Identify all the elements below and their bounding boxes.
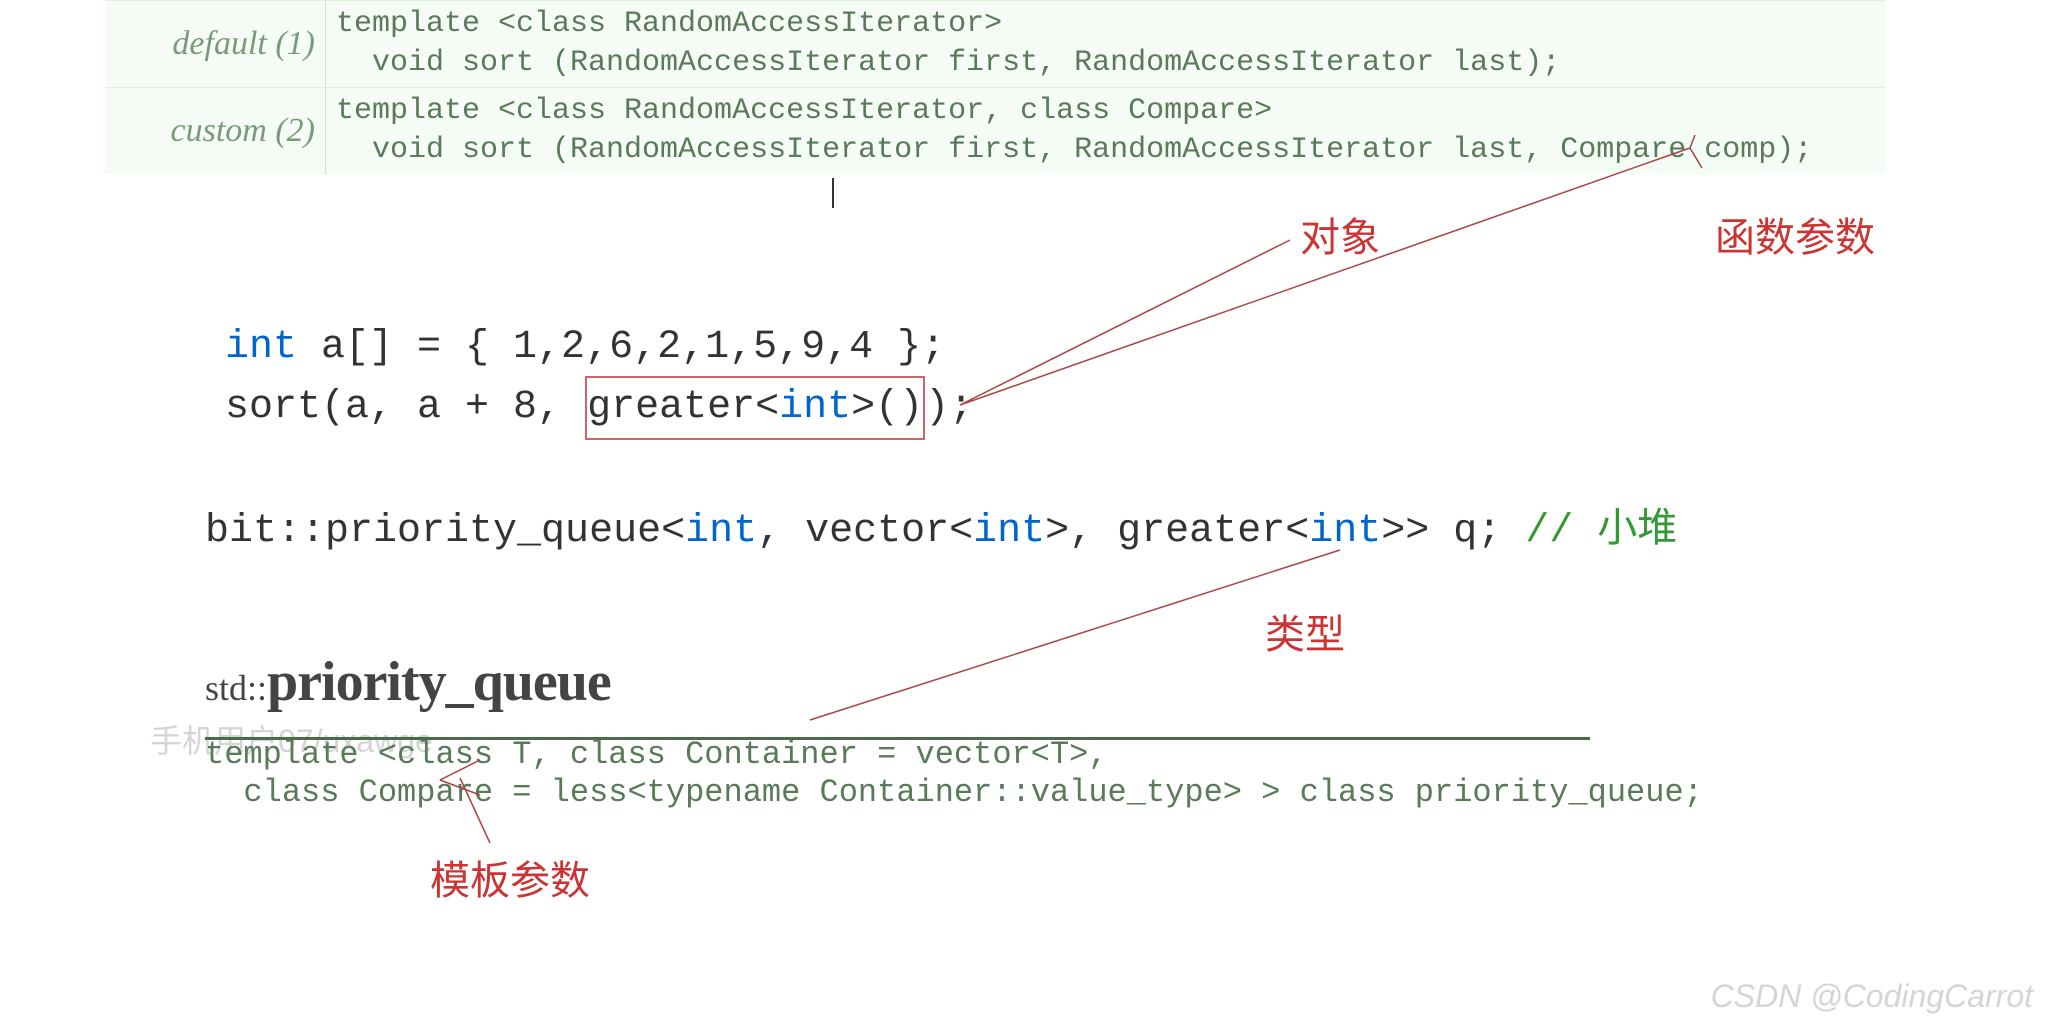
- priority-queue-heading: std::priority_queue: [205, 650, 611, 714]
- table-row: custom (2) template <class RandomAccessI…: [105, 88, 1885, 175]
- int-keyword: int: [779, 385, 851, 430]
- greater-close: >(): [851, 385, 923, 430]
- greater-text: greater<: [587, 385, 779, 430]
- comment: // 小堆: [1525, 509, 1677, 554]
- int-keyword: int: [225, 325, 297, 370]
- default-label: default (1): [105, 1, 326, 88]
- sort-usage-code: int a[] = { 1,2,6,2,1,5,9,4 }; sort(a, a…: [225, 320, 973, 440]
- annotation-type: 类型: [1265, 602, 1345, 660]
- namespace: std::: [205, 668, 267, 708]
- annotation-template-param: 模板参数: [430, 848, 590, 906]
- sort-declaration-table: default (1) template <class RandomAccess…: [105, 0, 1885, 174]
- sort-call-pre: sort(a, a + 8,: [225, 385, 585, 430]
- priority-queue-usage-code: bit::priority_queue<int, vector<int>, gr…: [205, 495, 1677, 554]
- int-keyword: int: [973, 509, 1045, 554]
- annotation-object: 对象: [1300, 205, 1380, 263]
- csdn-watermark: CSDN @CodingCarrot: [1711, 978, 2033, 1015]
- int-keyword: int: [685, 509, 757, 554]
- table-row: default (1) template <class RandomAccess…: [105, 1, 1885, 88]
- annotation-func-param: 函数参数: [1715, 205, 1875, 263]
- default-code: template <class RandomAccessIterator> vo…: [326, 1, 1886, 88]
- pq-prefix: bit::priority_queue<: [205, 509, 685, 554]
- class-name: priority_queue: [267, 651, 611, 713]
- text-cursor: [832, 178, 834, 208]
- priority-queue-template-decl: template <class T, class Container = vec…: [205, 736, 1703, 813]
- pq-mid3: >> q;: [1381, 509, 1525, 554]
- sort-call-post: );: [925, 385, 973, 430]
- custom-label: custom (2): [105, 88, 326, 175]
- greater-highlight-box: greater<int>(): [585, 376, 925, 440]
- array-decl: a[] = { 1,2,6,2,1,5,9,4 };: [297, 325, 945, 370]
- int-keyword: int: [1309, 509, 1381, 554]
- custom-code: template <class RandomAccessIterator, cl…: [326, 88, 1886, 175]
- pq-mid1: , vector<: [757, 509, 973, 554]
- pq-mid2: >, greater<: [1045, 509, 1309, 554]
